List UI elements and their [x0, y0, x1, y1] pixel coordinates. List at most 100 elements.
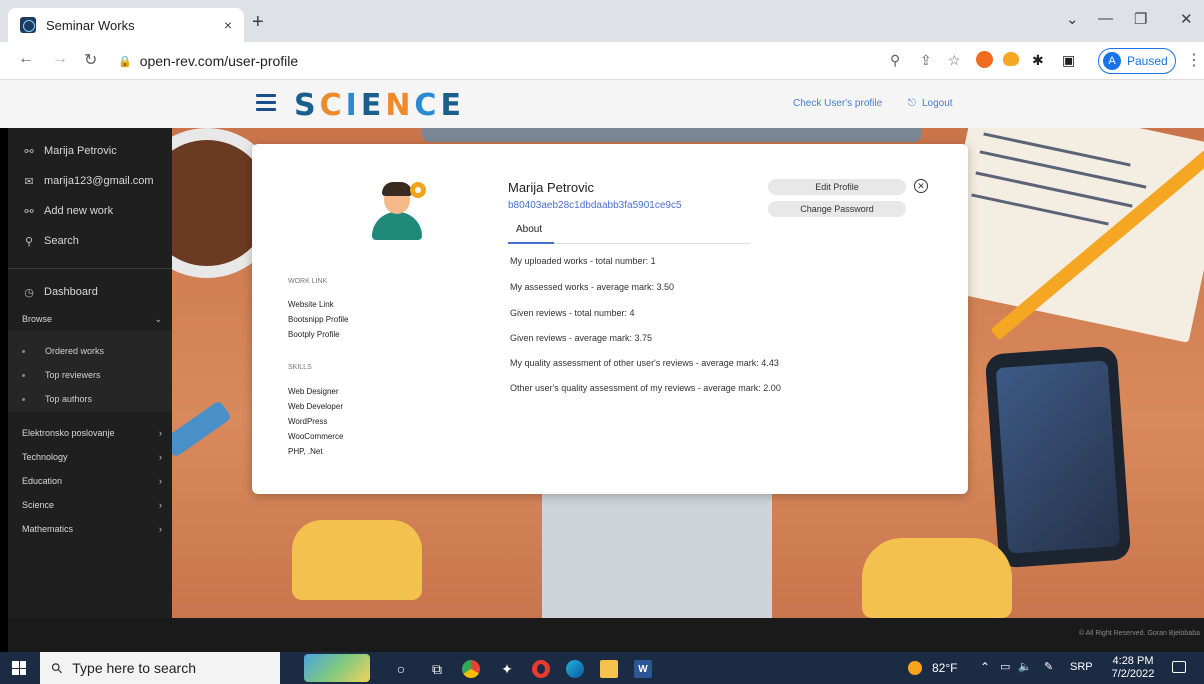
sidebar-item-user-name[interactable]: ⚯ Marija Petrovic	[8, 138, 172, 164]
bullet-icon	[22, 397, 25, 401]
weather-temperature[interactable]: 82°F	[932, 661, 957, 675]
taskbar-search-box[interactable]: ⚲ Type here to search	[40, 652, 280, 684]
sidebar-category-label: Elektronsko poslovanje	[22, 428, 115, 438]
opera-taskbar-icon[interactable]	[532, 660, 550, 678]
tab-about[interactable]: About	[508, 222, 750, 244]
network-icon[interactable]: ▭	[1000, 660, 1010, 673]
skill-item: WordPress	[288, 417, 328, 426]
system-clock[interactable]: 4:28 PM 7/2/2022	[1108, 655, 1158, 681]
sidebar-item-dashboard[interactable]: ◷ Dashboard	[8, 279, 172, 305]
bullet-icon	[22, 349, 25, 353]
new-tab-button[interactable]: +	[252, 11, 264, 34]
volume-icon[interactable]: 🔈	[1018, 660, 1032, 673]
tray-expand-icon[interactable]: ⌃	[980, 660, 990, 674]
restore-button[interactable]: ❐	[1134, 10, 1147, 28]
skills-heading: SKILLS	[288, 364, 312, 371]
search-icon: ⚲	[47, 658, 67, 677]
address-bar[interactable]: 🔒 open-rev.com/user-profile	[110, 47, 770, 75]
sidebar-category-education[interactable]: Education ›	[8, 470, 172, 492]
tab-title: Seminar Works	[46, 17, 135, 33]
pen-workspace-icon[interactable]: ✎	[1044, 660, 1053, 673]
url-text: open-rev.com/user-profile	[139, 53, 299, 69]
sidebar-category-science[interactable]: Science ›	[8, 494, 172, 516]
work-link-bootsnipp[interactable]: Bootsnipp Profile	[288, 315, 348, 324]
news-widget-icon[interactable]	[304, 654, 370, 682]
stat-others-quality-assessment: Other user's quality assessment of my re…	[510, 383, 781, 393]
sidebar-category-mathematics[interactable]: Mathematics ›	[8, 518, 172, 540]
sidebar-item-browse[interactable]: Browse ⌄	[8, 308, 172, 330]
user-avatar-icon	[366, 182, 428, 242]
sidebar-divider	[8, 268, 172, 269]
sidebar-category-label: Education	[22, 476, 63, 486]
work-link-website[interactable]: Website Link	[288, 300, 334, 309]
sidebar-category-label: Technology	[22, 452, 68, 462]
sidebar-category-elektronsko-poslovanje[interactable]: Elektronsko poslovanje ›	[8, 422, 172, 444]
windows-taskbar: ⚲ Type here to search ○ ⧉ ✦ W 82°F ⌃ ▭ 🔈…	[0, 652, 1204, 684]
browser-menu-icon[interactable]: ⋮	[1186, 50, 1202, 70]
close-icon[interactable]: ✕	[914, 179, 928, 193]
sidebar-subitem-top-reviewers[interactable]: Top reviewers	[8, 364, 172, 386]
sidebar-item-label: Add new work	[44, 205, 114, 217]
close-window-button[interactable]: ✕	[1180, 10, 1193, 28]
sidebar-item-add-new-work[interactable]: ⚯ Add new work	[8, 198, 172, 224]
sidebar-item-label: Browse	[22, 314, 53, 324]
file-explorer-icon[interactable]	[600, 660, 618, 678]
language-indicator[interactable]: SRP	[1070, 661, 1093, 673]
zoom-icon[interactable]: ⚲	[890, 52, 900, 69]
chevron-down-icon: ⌄	[154, 313, 162, 324]
extension-orange-icon[interactable]	[976, 51, 993, 68]
gear-icon	[410, 182, 426, 198]
chrome-taskbar-icon[interactable]	[462, 660, 480, 678]
sidebar-item-search[interactable]: ⚲ Search	[8, 228, 172, 254]
app-taskbar-icon[interactable]: ✦	[498, 660, 516, 678]
sidebar-subitem-label: Ordered works	[45, 346, 105, 356]
browser-toolbar: ← → ↻ 🔒 open-rev.com/user-profile ⚲ ⇪ ☆ …	[0, 42, 1204, 80]
extension-bird-icon[interactable]	[1003, 52, 1019, 66]
side-panel-icon[interactable]: ▣	[1062, 52, 1075, 69]
minimize-button[interactable]: —	[1098, 10, 1113, 27]
change-password-button[interactable]: Change Password	[768, 201, 906, 217]
skill-item: Web Developer	[288, 402, 343, 411]
logout-icon[interactable]: ⎋	[908, 98, 916, 109]
reload-icon[interactable]: ↻	[84, 50, 97, 70]
weather-sun-icon[interactable]	[908, 661, 922, 675]
sidebar-item-label: Marija Petrovic	[44, 145, 117, 157]
sidebar-item-email[interactable]: ✉ marija123@gmail.com	[8, 168, 172, 194]
site-logo[interactable]: SCIENCE	[294, 88, 465, 123]
sidebar-subitem-ordered-works[interactable]: Ordered works	[8, 340, 172, 362]
task-view-icon[interactable]: ⧉	[428, 660, 446, 678]
extensions-puzzle-icon[interactable]: ✱	[1032, 52, 1044, 69]
notification-icon[interactable]	[1172, 661, 1186, 673]
profile-button[interactable]: A Paused	[1098, 48, 1176, 74]
logo-text: SCIENCE	[294, 88, 465, 123]
share-icon[interactable]: ⇪	[920, 52, 932, 69]
tab-search-icon[interactable]: ⌄	[1066, 10, 1079, 28]
footer-copyright: © All Right Reserved. Goran Bjelobaba	[1078, 630, 1200, 637]
back-arrow-icon[interactable]: ←	[18, 50, 34, 68]
skill-item: WooCommerce	[288, 432, 344, 441]
sidebar-subitem-top-authors[interactable]: Top authors	[8, 388, 172, 410]
tab-close-icon[interactable]: ×	[224, 17, 232, 33]
work-link-bootply[interactable]: Bootply Profile	[288, 330, 340, 339]
forward-arrow-icon[interactable]: →	[52, 50, 68, 68]
logout-link[interactable]: Logout	[922, 98, 953, 109]
site-header: SCIENCE Check User's profile ⎋ Logout	[0, 80, 1204, 128]
chevron-right-icon: ›	[159, 500, 162, 510]
windows-start-icon[interactable]	[12, 661, 26, 675]
hamburger-menu-icon[interactable]	[256, 94, 276, 111]
bookmark-star-icon[interactable]: ☆	[948, 52, 961, 69]
bullet-icon	[22, 373, 25, 377]
chevron-right-icon: ›	[159, 452, 162, 462]
sidebar-category-label: Mathematics	[22, 524, 74, 534]
edge-taskbar-icon[interactable]	[566, 660, 584, 678]
sidebar-item-label: Search	[44, 235, 79, 247]
sidebar-item-label: marija123@gmail.com	[44, 175, 154, 187]
hand-illustration	[292, 520, 422, 600]
check-user-profile-link[interactable]: Check User's profile	[793, 98, 882, 109]
browser-tab-seminar-works[interactable]: Seminar Works ×	[8, 8, 244, 42]
edit-profile-button[interactable]: Edit Profile	[768, 179, 906, 195]
cortana-icon[interactable]: ○	[392, 660, 410, 678]
stat-my-quality-assessment: My quality assessment of other user's re…	[510, 358, 779, 368]
sidebar-category-technology[interactable]: Technology ›	[8, 446, 172, 468]
word-taskbar-icon[interactable]: W	[634, 660, 652, 678]
